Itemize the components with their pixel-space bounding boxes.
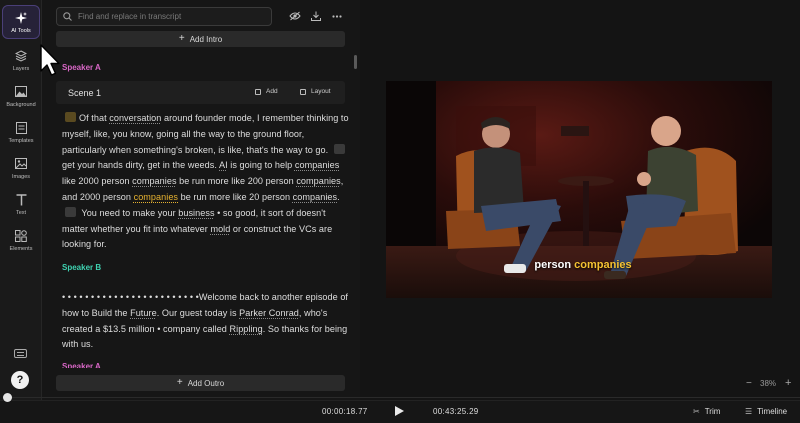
speaker-label[interactable]: Speaker A bbox=[62, 362, 101, 368]
speaker-label[interactable]: Speaker A bbox=[62, 63, 101, 72]
playback-bar: 00:00:18.77 00:43:25.29 ✂ Trim ☰ Timeline bbox=[0, 400, 800, 423]
transcript-paragraph[interactable]: Of that conversation around founder mode… bbox=[62, 111, 350, 253]
scene-add-button[interactable]: Add bbox=[255, 88, 278, 95]
image-icon bbox=[15, 85, 27, 99]
scene-title[interactable]: Scene 1 bbox=[68, 88, 101, 98]
playhead-handle[interactable] bbox=[3, 393, 12, 402]
sidebar-item-elements[interactable]: Elements bbox=[2, 223, 40, 257]
sparkles-icon bbox=[15, 11, 27, 25]
sidebar-item-label: Background bbox=[6, 101, 36, 108]
timeline-icon: ☰ bbox=[745, 407, 753, 416]
search-icon bbox=[63, 8, 72, 26]
timeline-button[interactable]: ☰ Timeline bbox=[745, 407, 787, 416]
sidebar-item-ai-tools[interactable]: AI Tools bbox=[2, 5, 40, 39]
highlighted-word: companies bbox=[133, 191, 179, 202]
scissors-icon: ✂ bbox=[693, 407, 700, 416]
zoom-in-icon[interactable]: + bbox=[785, 377, 791, 389]
shapes-icon bbox=[15, 229, 27, 243]
text-icon bbox=[16, 193, 27, 207]
current-time: 00:00:18.77 bbox=[322, 407, 368, 416]
layout-icon bbox=[300, 88, 306, 95]
sidebar-item-label: Images bbox=[11, 173, 31, 180]
zoom-level: 38% bbox=[760, 379, 777, 388]
video-caption: person companies bbox=[534, 259, 632, 271]
plus-icon: + bbox=[178, 33, 185, 44]
sidebar-item-templates[interactable]: Templates bbox=[2, 115, 40, 149]
sidebar-item-label: Layers bbox=[12, 65, 30, 72]
sidebar-item-images[interactable]: Images bbox=[2, 151, 40, 185]
hide-icon[interactable] bbox=[288, 9, 302, 23]
add-outro-button[interactable]: + Add Outro bbox=[56, 375, 345, 391]
app-window: AI Tools Layers Background Templates Ima… bbox=[0, 0, 800, 423]
scene-marker-icon bbox=[65, 112, 76, 122]
sidebar-item-label: Elements bbox=[9, 245, 33, 252]
speaker-label[interactable]: Speaker B bbox=[62, 263, 101, 272]
keyboard-shortcuts-icon[interactable] bbox=[14, 349, 27, 358]
template-icon bbox=[15, 121, 27, 135]
transcript-search[interactable] bbox=[56, 7, 272, 26]
total-duration: 00:43:25.29 bbox=[433, 407, 479, 416]
add-icon bbox=[255, 88, 261, 95]
zoom-out-icon[interactable]: − bbox=[746, 378, 752, 389]
transcript-panel: + Add Intro Speaker A Scene 1 Add Layout… bbox=[42, 0, 360, 400]
sidebar-item-label: Templates bbox=[8, 137, 34, 144]
trim-button[interactable]: ✂ Trim bbox=[693, 407, 720, 416]
left-toolbar: AI Tools Layers Background Templates Ima… bbox=[0, 0, 42, 400]
cut-marker-icon bbox=[333, 143, 345, 154]
image-icon bbox=[15, 157, 27, 171]
more-options-icon[interactable] bbox=[330, 9, 344, 23]
sidebar-item-background[interactable]: Background bbox=[2, 79, 40, 113]
scene-header: Scene 1 Add Layout bbox=[56, 81, 345, 104]
sidebar-item-layers[interactable]: Layers bbox=[2, 43, 40, 77]
transcript-paragraph[interactable]: • • • • • • • • • • • • • • • • • • • • … bbox=[62, 290, 350, 353]
text-marker-icon bbox=[65, 206, 76, 217]
timeline-scrubber-track[interactable] bbox=[10, 397, 800, 398]
play-icon[interactable] bbox=[395, 406, 404, 416]
layers-icon bbox=[15, 49, 27, 63]
download-icon[interactable] bbox=[309, 9, 323, 23]
search-input[interactable] bbox=[78, 12, 258, 21]
sidebar-item-text[interactable]: Text bbox=[2, 187, 40, 221]
scene-layout-button[interactable]: Layout bbox=[300, 88, 331, 95]
sidebar-item-label: AI Tools bbox=[11, 27, 31, 34]
help-button[interactable]: ? bbox=[11, 371, 29, 389]
preview-panel: person companies − 38% + bbox=[360, 0, 800, 400]
mouse-cursor-icon bbox=[40, 44, 60, 76]
plus-icon: + bbox=[176, 377, 183, 388]
sidebar-item-label: Text bbox=[15, 209, 27, 216]
add-intro-button[interactable]: + Add Intro bbox=[56, 31, 345, 47]
scrollbar[interactable] bbox=[354, 55, 357, 69]
video-preview[interactable]: person companies bbox=[386, 81, 772, 298]
